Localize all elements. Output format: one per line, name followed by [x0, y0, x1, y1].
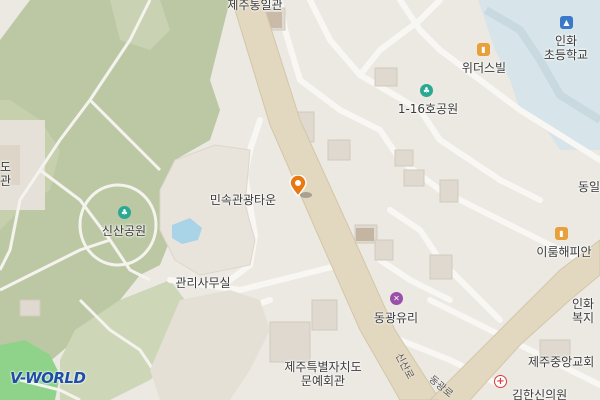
hospital-icon[interactable]: + — [494, 375, 507, 388]
vworld-logo: V-WORLD — [10, 369, 86, 387]
logo-text: V-WORLD — [10, 369, 86, 387]
map-view[interactable]: 신산로 동광로 제주통일관 ▲ 인화 초등학교 ▮ 위더스빌 ♣ 1-16호공원… — [0, 0, 600, 400]
label-park-1-16[interactable]: 1-16호공원 — [398, 102, 458, 116]
label-widers-villa[interactable]: 위더스빌 — [462, 61, 506, 75]
apartment-icon[interactable]: ▮ — [555, 227, 568, 240]
label-donggwang-glass[interactable]: 동광유리 — [374, 311, 418, 325]
pin-shadow — [300, 192, 312, 198]
tools-icon[interactable]: ✕ — [390, 292, 403, 305]
park-icon[interactable]: ♣ — [118, 206, 131, 219]
label-jeju-central-church[interactable]: 제주중앙교회 — [528, 355, 594, 369]
label-irum-haepian[interactable]: 이룸해피안 — [536, 245, 591, 259]
label-jeju-culture-hall[interactable]: 제주특별자치도 문예회관 — [284, 360, 361, 388]
label-sinsan-park[interactable]: 신산공원 — [102, 224, 146, 238]
apartment-icon[interactable]: ▮ — [477, 43, 490, 56]
label-dong-edge: 동일 — [578, 180, 600, 194]
label-folk-tourism-town[interactable]: 민속관광타운 — [210, 193, 276, 207]
label-left-edge: 도 관 — [0, 160, 12, 188]
label-management-office[interactable]: 관리사무실 — [175, 276, 230, 290]
label-inhwa-welfare[interactable]: 인화 복지 — [572, 297, 594, 325]
label-kim-hospital[interactable]: 김한신의원 — [512, 388, 567, 400]
school-icon[interactable]: ▲ — [560, 16, 573, 29]
label-jeju-unification-hall[interactable]: 제주통일관 — [227, 0, 282, 12]
map-canvas[interactable] — [0, 0, 600, 400]
label-inhwa-elementary[interactable]: 인화 초등학교 — [544, 34, 588, 62]
park-icon[interactable]: ♣ — [420, 84, 433, 97]
